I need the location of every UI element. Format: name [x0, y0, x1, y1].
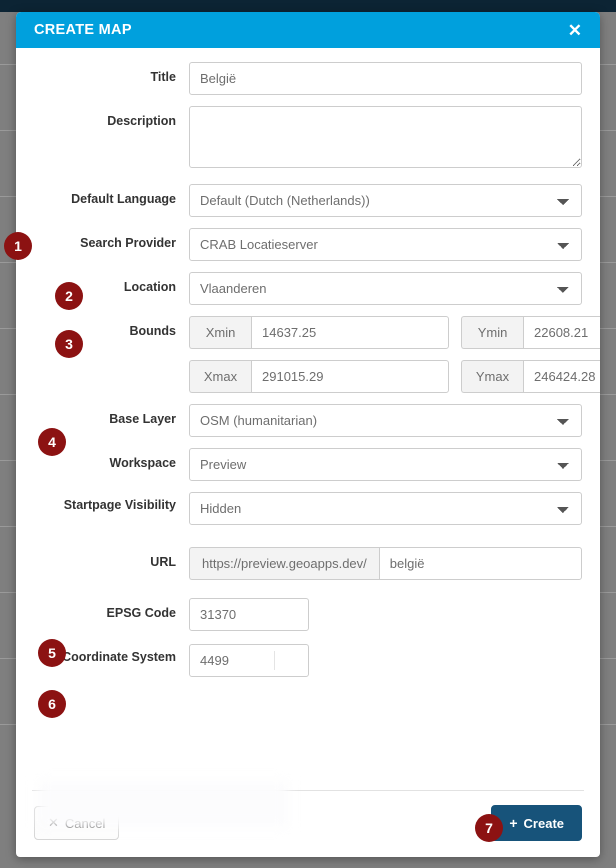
xmax-addon: Xmax: [189, 360, 251, 393]
ymax-addon: Ymax: [461, 360, 523, 393]
callout-badge-1: 1: [4, 232, 32, 260]
epsg-code-label: EPSG Code: [106, 606, 176, 620]
search-provider-select[interactable]: CRAB Locatieserver: [189, 228, 582, 261]
coordinate-system-input[interactable]: [189, 644, 309, 677]
coordinate-system-divider: [274, 651, 275, 670]
description-input[interactable]: [189, 106, 582, 168]
dialog-header: CREATE MAP ✕: [16, 12, 600, 48]
title-input[interactable]: [189, 62, 582, 95]
ymax-group: Ymax: [461, 360, 600, 393]
description-label: Description: [107, 114, 176, 128]
xmin-input[interactable]: [251, 316, 449, 349]
backdrop-right-rail: [600, 12, 616, 868]
callout-badge-7: 7: [475, 814, 503, 842]
backdrop-topbar: [0, 0, 616, 12]
field-row-default-language: Default Language Default (Dutch (Netherl…: [34, 184, 582, 217]
callout-badge-6: 6: [38, 690, 66, 718]
default-language-select[interactable]: Default (Dutch (Netherlands)): [189, 184, 582, 217]
create-button-label: Create: [523, 815, 564, 831]
field-row-epsg-code: EPSG Code: [34, 598, 582, 631]
field-row-bounds: Bounds Xmin Ymin: [34, 316, 600, 393]
url-slug-input[interactable]: [378, 547, 582, 580]
callout-badge-5: 5: [38, 639, 66, 667]
base-layer-label: Base Layer: [109, 412, 176, 426]
url-prefix-addon: https://preview.geoapps.dev/: [189, 547, 379, 580]
callout-badge-4: 4: [38, 428, 66, 456]
ymin-addon: Ymin: [461, 316, 523, 349]
close-icon: ✕: [48, 815, 59, 830]
field-row-url: URL https://preview.geoapps.dev/: [34, 547, 582, 580]
field-row-base-layer: Base Layer OSM (humanitarian): [34, 404, 582, 437]
bounds-row-max: Xmax Ymax: [189, 360, 600, 393]
field-row-search-provider: Search Provider CRAB Locatieserver: [34, 228, 582, 261]
callout-badge-2: 2: [55, 282, 83, 310]
cancel-button[interactable]: ✕ Cancel: [34, 806, 120, 840]
backdrop-left-rail: [0, 12, 16, 868]
close-icon[interactable]: ✕: [566, 22, 584, 39]
create-map-dialog: CREATE MAP ✕ Title Description Default L…: [16, 12, 600, 857]
xmin-addon: Xmin: [189, 316, 251, 349]
xmax-group: Xmax: [189, 360, 449, 393]
dialog-body: Title Description Default Language Defau…: [16, 48, 600, 827]
field-row-title: Title: [34, 62, 582, 95]
field-row-workspace: Workspace Preview: [34, 448, 582, 481]
field-row-startpage-visibility: Startpage Visibility Hidden: [34, 492, 582, 525]
location-select[interactable]: Vlaanderen: [189, 272, 582, 305]
ymin-group: Ymin: [461, 316, 600, 349]
search-provider-label: Search Provider: [80, 236, 176, 250]
field-row-location: Location Vlaanderen: [34, 272, 582, 305]
startpage-visibility-label: Startpage Visibility: [63, 498, 176, 512]
bounds-row-min: Xmin Ymin: [189, 316, 600, 349]
cancel-button-label: Cancel: [64, 815, 106, 831]
field-row-coordinate-system: Coordinate System: [34, 644, 582, 677]
field-row-description: Description: [34, 106, 582, 173]
epsg-code-input[interactable]: [189, 598, 309, 631]
default-language-label: Default Language: [71, 192, 176, 206]
url-label: URL: [150, 555, 176, 569]
title-label: Title: [150, 70, 176, 84]
workspace-select[interactable]: Preview: [189, 448, 582, 481]
plus-icon: +: [509, 815, 518, 831]
ymin-input[interactable]: [523, 316, 600, 349]
ymax-input[interactable]: [523, 360, 600, 393]
callout-badge-3: 3: [55, 330, 83, 358]
xmax-input[interactable]: [251, 360, 449, 393]
dialog-title: CREATE MAP: [34, 22, 132, 38]
url-group: https://preview.geoapps.dev/: [189, 547, 582, 580]
xmin-group: Xmin: [189, 316, 449, 349]
startpage-visibility-select[interactable]: Hidden: [189, 492, 582, 525]
create-button[interactable]: + Create: [491, 805, 582, 841]
base-layer-select[interactable]: OSM (humanitarian): [189, 404, 582, 437]
